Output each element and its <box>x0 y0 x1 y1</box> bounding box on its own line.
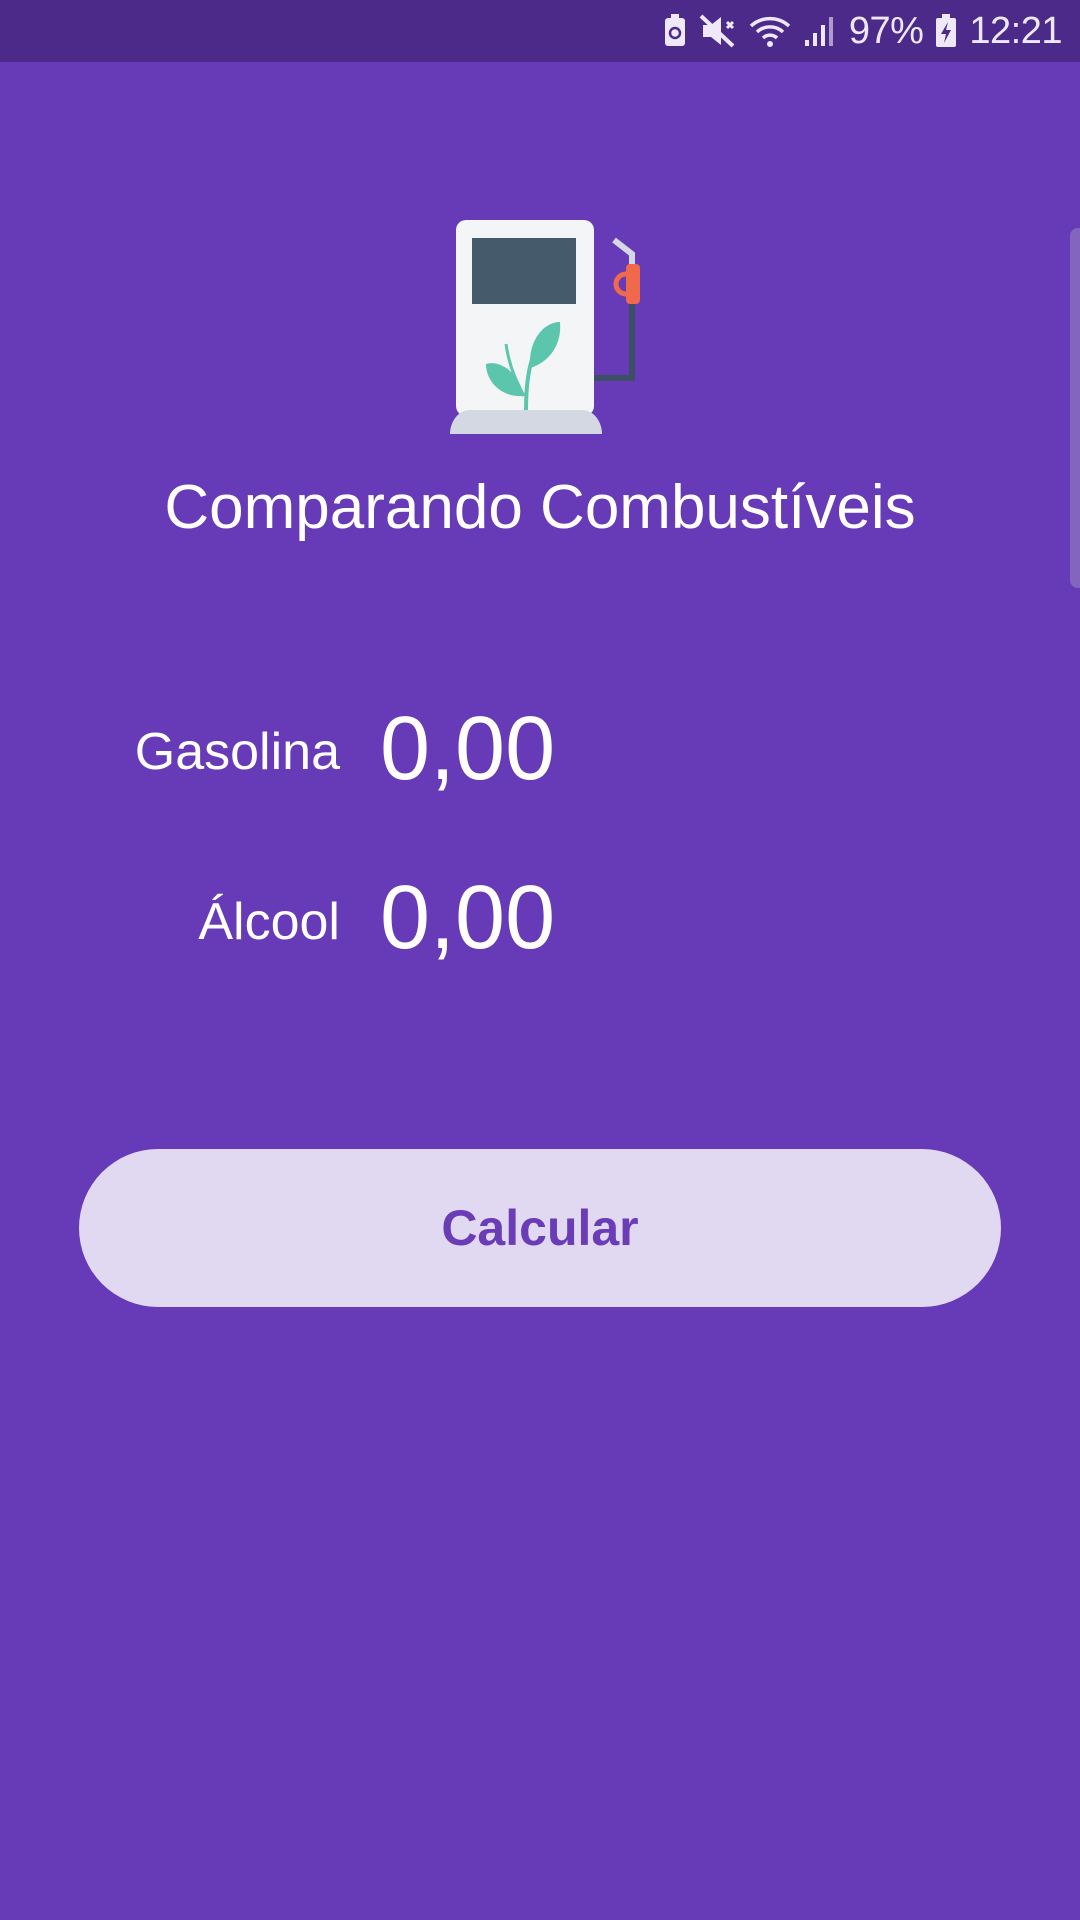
alcohol-label: Álcool <box>198 893 340 951</box>
battery-saver-icon <box>663 14 687 48</box>
page-title: Comparando Combustíveis <box>164 473 916 542</box>
status-bar: 97% 12:21 <box>0 0 1080 62</box>
fuel-pump-leaf-icon <box>432 218 648 434</box>
clock: 12:21 <box>969 9 1062 52</box>
battery-charging-icon <box>935 14 957 48</box>
signal-icon <box>803 14 837 48</box>
mute-icon <box>699 14 737 48</box>
wifi-icon <box>749 14 791 48</box>
status-icons: 97% 12:21 <box>663 0 1062 62</box>
gasoline-value: 0,00 <box>380 699 556 799</box>
battery-percent: 97% <box>848 9 924 52</box>
calculate-button[interactable]: Calcular <box>79 1149 1001 1307</box>
alcohol-value: 0,00 <box>380 868 556 968</box>
gasoline-label: Gasolina <box>134 723 340 781</box>
